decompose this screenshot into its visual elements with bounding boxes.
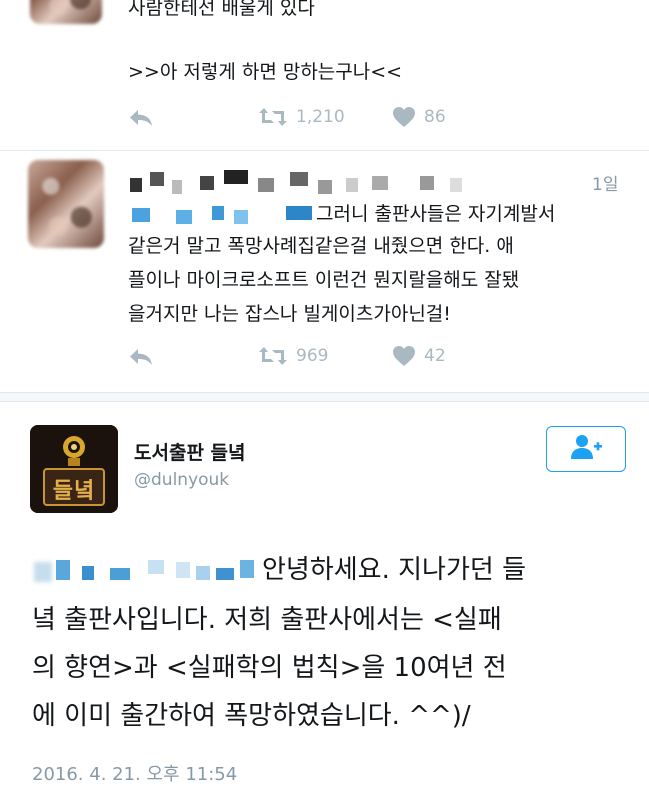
section-divider — [0, 392, 649, 402]
like-count: 86 — [424, 107, 446, 127]
like-button[interactable]: 42 — [392, 345, 446, 367]
retweet-icon — [258, 106, 288, 128]
retweet-count: 1,210 — [296, 107, 345, 127]
profile-logo[interactable]: 들녘 — [30, 425, 118, 513]
reply-button[interactable] — [128, 347, 154, 367]
reply-icon — [128, 108, 154, 128]
follow-button[interactable] — [546, 426, 626, 472]
retweet-button[interactable]: 969 — [258, 345, 328, 367]
heart-icon — [392, 345, 416, 367]
tweet-text: 플이나 마이크로소프트 이런건 뭔지랄을해도 잘됐 — [128, 269, 520, 291]
user-handle[interactable]: @dulnyouk — [134, 470, 229, 490]
divider — [0, 150, 649, 151]
avatar[interactable] — [30, 0, 102, 24]
logo-text: 들녘 — [52, 479, 96, 504]
like-button[interactable]: 86 — [392, 106, 446, 128]
tweet-text: 안녕하세요. 지나가던 들 — [262, 555, 526, 585]
tweet-text: 같은거 말고 폭망사례집같은걸 내줬으면 한다. 애 — [128, 235, 514, 257]
tweet-timestamp[interactable]: 2016. 4. 21. 오후 11:54 — [32, 760, 237, 786]
reply-button[interactable] — [128, 108, 154, 128]
display-name[interactable]: 도서출판 들녘 — [134, 438, 246, 465]
tweet-text: 사람한테선 배울게 있다 — [128, 0, 315, 19]
retweet-button[interactable]: 1,210 — [258, 106, 345, 128]
avatar[interactable] — [28, 160, 104, 248]
tweet-text: 에 이미 출간하여 폭망하였습니다. ^^)/ — [32, 701, 471, 731]
tweet-text: >>아 저렇게 하면 망하는구나<< — [128, 61, 403, 83]
tweet-text: 그러니 출판사들은 자기계발서 — [316, 203, 556, 225]
heart-icon — [392, 106, 416, 128]
add-user-icon — [569, 433, 603, 465]
like-count: 42 — [424, 346, 446, 366]
retweet-count: 969 — [296, 346, 329, 366]
tweet-text: 의 향연>과 <실패학의 법칙>을 10여년 전 — [32, 653, 507, 683]
tweet-time: 1일 — [592, 175, 619, 195]
tweet-text: 녘 출판사입니다. 저희 출판사에서는 <실패 — [32, 605, 502, 635]
tweet-text: 을거지만 나는 잡스나 빌게이츠가아닌걸! — [128, 303, 451, 325]
retweet-icon — [258, 345, 288, 367]
reply-icon — [128, 347, 154, 367]
